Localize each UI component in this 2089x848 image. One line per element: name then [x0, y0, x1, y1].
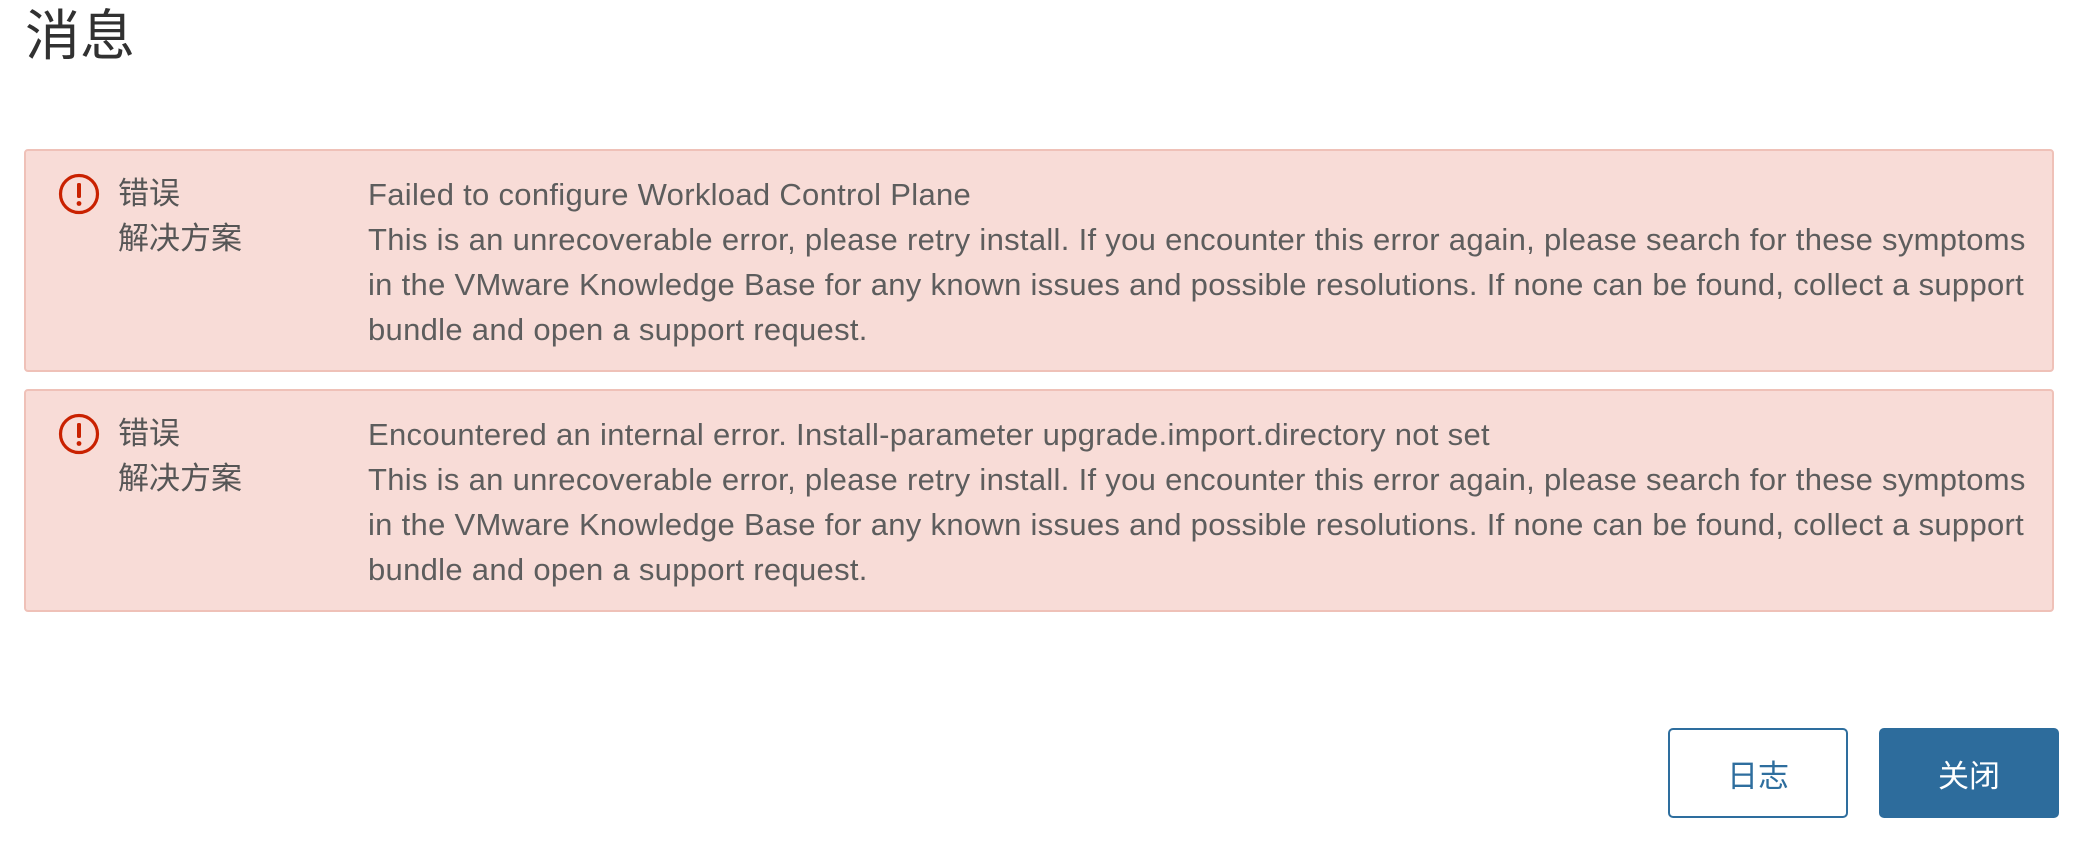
error-alert: 错误 解决方案 Encountered an internal error. I… — [24, 389, 2054, 612]
message-list: 错误 解决方案 Failed to configure Workload Con… — [24, 149, 2054, 629]
alert-resolution-text: This is an unrecoverable error, please r… — [368, 222, 2026, 347]
log-button[interactable]: 日志 — [1668, 728, 1848, 818]
alert-labels: 错误 解决方案 — [118, 172, 242, 262]
close-button[interactable]: 关闭 — [1879, 728, 2059, 818]
alert-content: Failed to configure Workload Control Pla… — [368, 172, 2028, 352]
dialog-title: 消息 — [25, 4, 136, 68]
alert-type-label: 错误 — [118, 176, 180, 212]
alert-resolution-label: 解决方案 — [118, 461, 242, 497]
alert-resolution-label: 解决方案 — [118, 221, 242, 257]
alert-resolution-text: This is an unrecoverable error, please r… — [368, 462, 2026, 587]
dialog-footer: 日志 关闭 — [1668, 728, 2059, 818]
error-circle-icon — [57, 172, 101, 216]
alert-content: Encountered an internal error. Install-p… — [368, 412, 2028, 592]
alert-type-label: 错误 — [118, 416, 180, 452]
error-circle-icon — [57, 412, 101, 456]
alert-labels: 错误 解决方案 — [118, 412, 242, 502]
alert-message: Failed to configure Workload Control Pla… — [368, 177, 972, 212]
error-alert: 错误 解决方案 Failed to configure Workload Con… — [24, 149, 2054, 372]
alert-message: Encountered an internal error. Install-p… — [368, 417, 1490, 452]
